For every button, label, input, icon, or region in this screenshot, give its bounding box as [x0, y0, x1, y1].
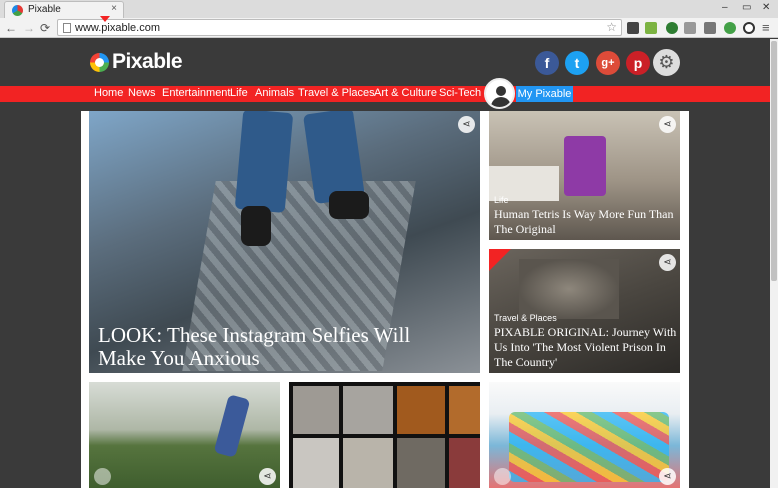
page-scrollbar[interactable]: [770, 39, 778, 488]
supplies-save-icon[interactable]: [494, 468, 511, 485]
nav-entertainment[interactable]: Entertainment: [162, 87, 230, 99]
prison-category: Travel & Places: [494, 313, 557, 323]
cat-photo-6: [343, 438, 393, 488]
nav-news[interactable]: News: [128, 87, 156, 99]
reload-icon[interactable]: ⟳: [40, 21, 50, 35]
thrower-figure-image: [213, 394, 251, 458]
article-card-human-tetris[interactable]: ⋖ Life Human Tetris Is Way More Fun Than…: [489, 111, 680, 240]
info-extension-icon[interactable]: [743, 22, 755, 34]
avatar-head: [496, 86, 506, 96]
cat-photo-5: [293, 438, 339, 488]
cast-icon[interactable]: [704, 22, 716, 34]
url-text: www.pixable.com: [75, 22, 160, 34]
tetris-title: Human Tetris Is Way More Fun Than The Or…: [494, 207, 674, 236]
category-navbar: Home News Entertainment Life Animals Tra…: [0, 86, 770, 102]
tab-title: Pixable: [28, 4, 61, 15]
tetris-category: Life: [494, 195, 509, 205]
hero-legs-image: [234, 111, 379, 331]
supplies-pile-image: [509, 412, 669, 482]
nav-life[interactable]: Life: [230, 87, 248, 99]
menu-icon[interactable]: ≡: [762, 21, 770, 35]
purple-suitcase-image: [564, 136, 606, 196]
nav-home[interactable]: Home: [94, 87, 123, 99]
maximize-icon[interactable]: ▭: [742, 2, 751, 13]
user-avatar-icon[interactable]: [484, 78, 515, 109]
nav-sci-tech[interactable]: Sci-Tech: [439, 87, 481, 99]
close-window-icon[interactable]: ✕: [762, 2, 770, 13]
cat-photo-1: [293, 386, 339, 434]
site-header: Pixable f t g+ p ⚙: [0, 39, 770, 86]
twitter-icon[interactable]: t: [565, 51, 589, 75]
avatar-body: [491, 97, 511, 107]
tab-close-icon[interactable]: ×: [111, 3, 117, 14]
nav-animals[interactable]: Animals: [255, 87, 294, 99]
cat-photo-4: [449, 386, 480, 434]
field-share-icon[interactable]: ⋖: [259, 468, 276, 485]
facebook-icon[interactable]: f: [535, 51, 559, 75]
back-icon[interactable]: ←: [5, 21, 17, 35]
dclxv-wall-text: [615, 253, 629, 323]
browser-toolbar: ← → ⟳ www.pixable.com ☆ ≡: [0, 18, 778, 38]
minimize-icon[interactable]: –: [722, 2, 728, 13]
scrollbar-thumb[interactable]: [771, 41, 777, 281]
hero-title: LOOK: These Instagram Selfies Will Make …: [98, 323, 411, 370]
pocket-extension-icon[interactable]: [627, 22, 639, 34]
nav-art-culture[interactable]: Art & Culture: [374, 87, 437, 99]
hero-share-icon[interactable]: ⋖: [458, 116, 475, 133]
pixable-favicon-icon: [12, 5, 23, 16]
forward-icon[interactable]: →: [23, 21, 35, 35]
article-card-cats-grid[interactable]: [289, 382, 480, 488]
prison-share-icon[interactable]: ⋖: [659, 254, 676, 271]
article-card-supplies[interactable]: ⋖: [489, 382, 680, 488]
active-nav-pointer: [100, 16, 110, 22]
cat-photo-2: [343, 386, 393, 434]
cat-photo-3: [397, 386, 445, 434]
tetris-share-icon[interactable]: ⋖: [659, 116, 676, 133]
hero-card[interactable]: ⋖ LOOK: These Instagram Selfies Will Mak…: [89, 111, 480, 373]
address-bar[interactable]: www.pixable.com ☆: [57, 19, 622, 36]
badge-extension-icon[interactable]: [645, 22, 657, 34]
supplies-share-icon[interactable]: ⋖: [659, 468, 676, 485]
original-corner-flag: [489, 249, 511, 271]
gray-extension-icon[interactable]: [684, 22, 696, 34]
pinterest-icon[interactable]: p: [626, 51, 650, 75]
cat-photo-8: [449, 438, 480, 488]
cat-photo-7: [397, 438, 445, 488]
evernote-extension-icon[interactable]: [724, 22, 736, 34]
prison-wall-image: [519, 259, 619, 319]
green-extension-icon[interactable]: [666, 22, 678, 34]
prison-title: PIXABLE ORIGINAL: Journey With Us Into '…: [494, 325, 677, 369]
settings-gear-icon[interactable]: ⚙: [653, 49, 680, 76]
nav-travel-places[interactable]: Travel & Places: [298, 87, 375, 99]
article-card-field[interactable]: ⋖: [89, 382, 280, 488]
my-pixable-button[interactable]: My Pixable: [516, 86, 573, 102]
field-save-icon[interactable]: [94, 468, 111, 485]
article-card-prison[interactable]: ⋖ Travel & Places PIXABLE ORIGINAL: Jour…: [489, 249, 680, 373]
logo-text: Pixable: [112, 50, 183, 73]
page-icon: [63, 23, 71, 33]
google-plus-icon[interactable]: g+: [596, 51, 620, 75]
browser-titlebar: Pixable × – ▭ ✕: [0, 0, 778, 18]
bookmark-star-icon[interactable]: ☆: [606, 20, 617, 34]
pixable-logo-icon: [90, 53, 109, 72]
